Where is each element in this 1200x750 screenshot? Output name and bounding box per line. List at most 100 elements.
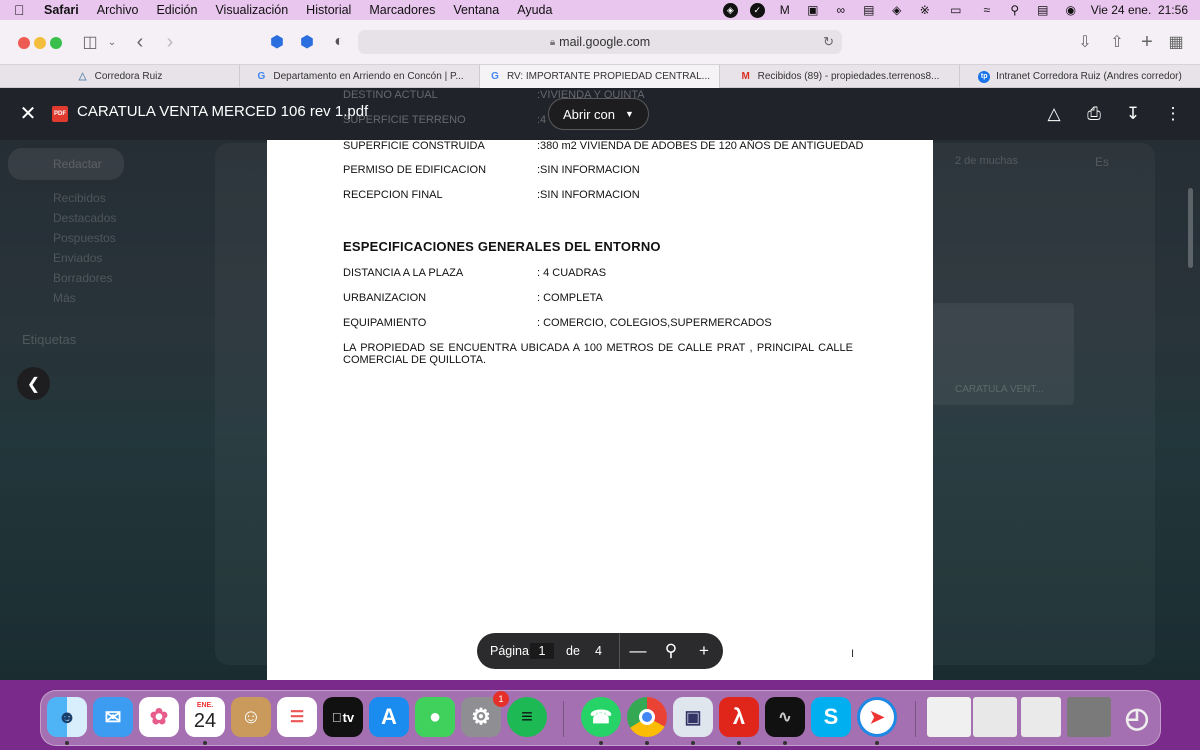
safari-icon[interactable]: ➤ [857, 697, 897, 737]
shield-extension-icon[interactable]: ⬢ [268, 32, 286, 52]
tab-overview-icon[interactable]: ▦ [1166, 32, 1186, 52]
menu-ayuda[interactable]: Ayuda [517, 3, 552, 17]
new-tab-icon[interactable]: + [1138, 31, 1156, 53]
previous-attachment-button[interactable]: ❮ [17, 367, 50, 400]
tab-rv-importante[interactable]: G RV: IMPORTANTE PROPIEDAD CENTRAL... [480, 65, 720, 88]
more-options-icon[interactable]: ⋮ [1162, 103, 1184, 125]
pdf-viewer-overlay: Redactar Recibidos Destacados Pospuestos… [0, 88, 1200, 680]
reminders-icon[interactable]: ☰ [277, 697, 317, 737]
page-number-input[interactable]: 1 [530, 643, 554, 659]
chrome-icon[interactable] [627, 697, 667, 737]
menu-historial[interactable]: Historial [306, 3, 351, 17]
skype-icon[interactable]: S [811, 697, 851, 737]
minimized-window-2[interactable] [973, 697, 1017, 737]
pdf-page: SUPERFICIE CONSTRUIDA :380 m2 VIVIENDA D… [267, 140, 933, 680]
minimized-window-3[interactable] [1021, 697, 1061, 737]
caret-down-icon: ▼ [625, 109, 634, 119]
menu-marcadores[interactable]: Marcadores [369, 3, 435, 17]
control-center-icon[interactable]: ▤ [1035, 3, 1051, 17]
zoom-out-button[interactable]: — [627, 640, 649, 662]
photos-icon[interactable]: ✿ [139, 697, 179, 737]
zoom-in-button[interactable]: + [693, 640, 715, 662]
trash-icon[interactable]: ◴ [1117, 697, 1157, 737]
mail-icon[interactable]: ✉ [93, 697, 133, 737]
open-with-button[interactable]: Abrir con ▼ [548, 98, 649, 130]
vpn-shield-icon[interactable]: ◈ [722, 2, 738, 18]
download-icon[interactable]: ⇩ [1076, 32, 1094, 52]
reload-icon[interactable]: ↻ [823, 34, 834, 50]
nav-enviados: Enviados [53, 251, 103, 265]
section-heading: ESPECIFICACIONES GENERALES DEL ENTORNO [343, 239, 661, 254]
acrobat-icon[interactable]: λ [719, 697, 759, 737]
app-store-icon[interactable]: A [369, 697, 409, 737]
google-g-icon: G [257, 71, 266, 82]
messages-icon[interactable]: ● [415, 697, 455, 737]
compose-label: Redactar [53, 157, 102, 171]
address-bar[interactable]: 🔒︎ mail.google.com ↻ [358, 30, 842, 54]
language-selector: Es [1095, 155, 1110, 169]
calendar-icon[interactable]: ENE. 24 [185, 697, 225, 737]
page-total: 4 [595, 644, 602, 658]
creative-cloud-icon[interactable]: ∞ [833, 3, 849, 17]
zoom-fit-icon[interactable]: ⚲ [660, 640, 682, 662]
battery-icon[interactable]: ▭ [945, 3, 967, 17]
siri-icon[interactable]: ◉ [1063, 3, 1079, 17]
browser-toolbar: ◫ ⌄ ‹ › ⬢ ⬢ ◐ 🔒︎ mail.google.com ↻ ⇩ ⇧ +… [0, 20, 1200, 65]
tab-bar: △ Corredora Ruiz G Departamento en Arrie… [0, 65, 1200, 88]
back-icon[interactable]: ‹ [132, 31, 148, 53]
menu-safari[interactable]: Safari [44, 3, 79, 17]
whatsapp-icon[interactable]: ☎ [581, 697, 621, 737]
finder-icon[interactable]: ☻ [47, 697, 87, 737]
apple-tv-icon[interactable]: tv [323, 697, 363, 737]
search-icon[interactable]: ⚲ [1007, 3, 1023, 17]
nav-recibidos: Recibidos [53, 191, 106, 205]
shield-extension-2-icon[interactable]: ⬢ [298, 32, 316, 52]
briefcase-icon[interactable]: ▤ [861, 3, 877, 17]
menubar-clock[interactable]: Vie 24 ene. 21:56 [1091, 3, 1188, 17]
minimized-window-4[interactable] [1067, 697, 1111, 737]
sidebar-icon[interactable]: ◫ [80, 32, 100, 52]
wifi-icon[interactable]: ≈ [979, 3, 995, 17]
url-text: mail.google.com [559, 35, 651, 49]
tab-recibidos[interactable]: M Recibidos (89) - propiedades.terrenos8… [720, 65, 960, 88]
menu-bar:  Safari Archivo Edición Visualización H… [0, 0, 1200, 20]
preview-icon[interactable]: ▣ [673, 697, 713, 737]
intranet-logo-icon: tp [978, 70, 991, 83]
chevron-down-icon[interactable]: ⌄ [106, 32, 118, 52]
apple-icon[interactable]:  [14, 2, 30, 18]
extension-m-icon[interactable]: M [777, 3, 793, 17]
dock: ☻ ✉ ✿ ENE. 24 ☺ ☰ tv A ● ⚙ 1 ≡ ☎ ▣ λ ∿ … [40, 690, 1161, 746]
share-icon[interactable]: ⇧ [1108, 32, 1126, 52]
contacts-icon[interactable]: ☺ [231, 697, 271, 737]
menu-edicion[interactable]: Edición [156, 3, 197, 17]
menu-ventana[interactable]: Ventana [453, 3, 499, 17]
minimize-window-button[interactable] [34, 37, 46, 49]
cut-row-label: DESTINO ACTUAL [343, 89, 438, 101]
lock-icon: 🔒︎ [549, 36, 556, 48]
close-viewer-button[interactable]: ✕ [18, 104, 38, 124]
privacy-shield-icon[interactable]: ◐ [330, 32, 348, 52]
spotify-icon[interactable]: ≡ [507, 697, 547, 737]
camera-icon[interactable]: ▣ [805, 3, 821, 17]
zoom-window-button[interactable] [50, 37, 62, 49]
minimized-window-1[interactable] [927, 697, 971, 737]
tab-intranet[interactable]: tp Intranet Corredora Ruiz (Andres corre… [960, 65, 1200, 88]
bluetooth-icon[interactable]: ※ [917, 3, 933, 17]
pdf-file-icon: PDF [52, 106, 68, 122]
check-icon[interactable]: ✓ [749, 2, 765, 18]
nav-borradores: Borradores [53, 271, 113, 285]
print-icon[interactable]: ⎙ [1083, 103, 1105, 125]
location-paragraph: LA PROPIEDAD SE ENCUENTRA UBICADA A 100 … [343, 342, 853, 366]
voice-memos-icon[interactable]: ∿ [765, 697, 805, 737]
page-navigation-bar: Página 1 de 4 — ⚲ + [477, 633, 723, 669]
tab-corredora-ruiz[interactable]: △ Corredora Ruiz [0, 65, 240, 88]
attachment-name: CARATULA VENT... [955, 384, 1044, 395]
menu-archivo[interactable]: Archivo [97, 3, 139, 17]
add-to-drive-icon[interactable]: △ [1043, 103, 1065, 125]
shield-icon[interactable]: ◈ [889, 3, 905, 17]
close-window-button[interactable] [18, 37, 30, 49]
tab-departamento-arriendo[interactable]: G Departamento en Arriendo en Concón | P… [240, 65, 480, 88]
download-icon[interactable]: ↧ [1122, 103, 1144, 125]
forward-icon[interactable]: › [162, 31, 178, 53]
menu-visualizacion[interactable]: Visualización [215, 3, 288, 17]
